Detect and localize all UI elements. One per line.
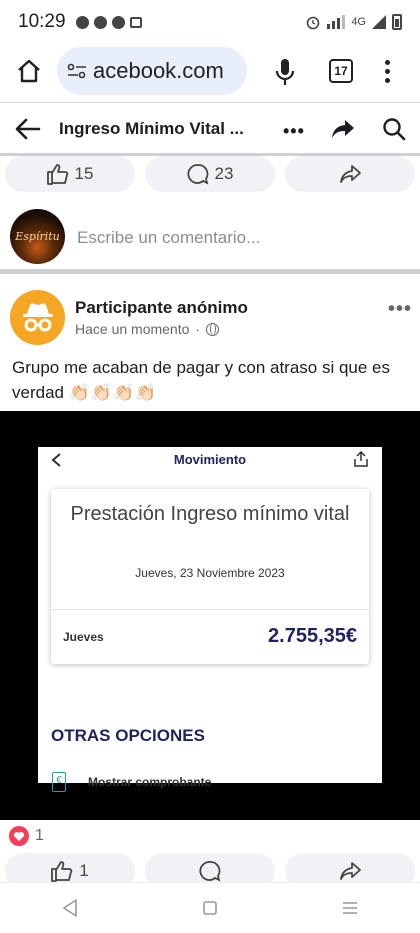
transaction-card: Prestación Ingreso mínimo vital Jueves, … [51, 489, 369, 664]
user-avatar: Espíritu [10, 209, 65, 264]
search-button[interactable] [382, 117, 406, 141]
alarm-icon [307, 16, 320, 30]
heart-icon [13, 831, 25, 841]
share-post-button[interactable] [285, 156, 415, 192]
recents-lines-icon [343, 902, 357, 914]
transaction-title: Prestación Ingreso mínimo vital [70, 503, 350, 525]
page-title: Ingreso Mínimo Vital ... [59, 119, 244, 138]
other-options-heading: OTRAS OPCIONES [51, 726, 205, 745]
status-time: 10:29 [18, 11, 66, 32]
browser-menu-button[interactable] [377, 56, 397, 86]
back-arrow-icon [15, 118, 41, 140]
comment-bubble-icon [187, 164, 208, 185]
share-icon [340, 165, 361, 183]
status-bar: 10:29 4G [0, 0, 420, 44]
post-options-button[interactable]: ••• [388, 298, 412, 321]
separator-dot: · [195, 321, 201, 337]
comment-count: 23 [214, 164, 234, 183]
message-icon [129, 16, 142, 28]
screenshot-nav-title: Movimiento [173, 452, 247, 467]
back-button[interactable] [14, 115, 42, 143]
like-count: 1 [79, 861, 89, 880]
public-globe-icon [206, 322, 220, 336]
square-home-icon [203, 901, 217, 915]
love-reaction-icon [9, 826, 29, 846]
reaction-summary[interactable]: 1 [9, 826, 44, 846]
url-text: acebook.com [93, 58, 224, 83]
microphone-icon [275, 59, 295, 85]
share-icon [340, 862, 361, 880]
system-navigation-bar [0, 882, 420, 933]
receipt-document-icon: € [52, 772, 66, 792]
signal-icon-2 [372, 15, 386, 29]
post-time[interactable]: Hace un momento [75, 321, 189, 337]
dot [384, 77, 390, 83]
network-type: 4G [351, 16, 366, 28]
tab-switcher-button[interactable]: 17 [329, 59, 353, 83]
show-receipt-link: Mostrar comprobante [88, 775, 212, 789]
app-notification-icon [93, 15, 107, 29]
whatsapp-icon [75, 15, 89, 29]
voice-search-button[interactable] [272, 57, 298, 87]
clapping-hands-emoji: 👏🏻👏🏻👏🏻👏🏻 [68, 383, 158, 402]
card-divider [51, 609, 369, 610]
transaction-date: Jueves, 23 Noviembre 2023 [135, 566, 285, 580]
share-arrow-icon [332, 120, 354, 138]
comment-button[interactable]: 23 [145, 156, 275, 192]
more-options-button[interactable]: ••• [283, 121, 305, 142]
transaction-amount: 2.755,35€ [268, 625, 357, 647]
home-icon [18, 59, 40, 83]
search-icon [383, 118, 406, 141]
check-badge-icon [111, 15, 125, 29]
nav-back-button[interactable] [59, 897, 81, 919]
signal-icon [327, 15, 346, 29]
avatar-text: Espíritu [15, 230, 60, 243]
notification-icons [75, 15, 142, 29]
battery-icon [392, 14, 402, 30]
triangle-back-icon [63, 899, 77, 917]
post-meta: Hace un momento · [75, 321, 220, 337]
address-bar[interactable]: acebook.com [57, 47, 247, 95]
page-header: Ingreso Mínimo Vital ... ••• [0, 102, 420, 156]
share-upload-icon [354, 451, 368, 467]
incognito-icon [22, 302, 53, 331]
home-button[interactable] [14, 56, 44, 86]
thumbs-up-icon [51, 861, 73, 882]
nav-recents-button[interactable] [339, 897, 361, 919]
anonymous-avatar[interactable] [10, 290, 65, 345]
system-icons: 4G [305, 14, 402, 30]
reaction-count: 1 [35, 827, 44, 844]
like-count: 15 [74, 164, 94, 183]
comment-composer: Espíritu Escribe un comentario... [0, 204, 420, 274]
site-settings-icon [67, 63, 86, 79]
comment-bubble-icon [199, 861, 221, 882]
post-author[interactable]: Participante anónimo [75, 298, 248, 318]
post-image[interactable]: Movimiento Prestación Ingreso mínimo vit… [0, 411, 420, 820]
comment-input[interactable]: Escribe un comentario... [77, 228, 260, 248]
previous-post-actions: 15 23 [5, 156, 415, 192]
dot [384, 59, 390, 65]
dot [384, 68, 390, 74]
like-button[interactable]: 15 [5, 156, 135, 192]
transaction-day: Jueves [63, 630, 104, 644]
bank-app-screenshot: Movimiento Prestación Ingreso mínimo vit… [38, 447, 382, 792]
browser-toolbar: acebook.com 17 [0, 44, 420, 100]
post-text: Grupo me acaban de pagar y con atraso si… [12, 355, 412, 405]
nav-home-button[interactable] [199, 897, 221, 919]
thumbs-up-icon [46, 164, 68, 185]
share-button[interactable] [331, 117, 355, 141]
